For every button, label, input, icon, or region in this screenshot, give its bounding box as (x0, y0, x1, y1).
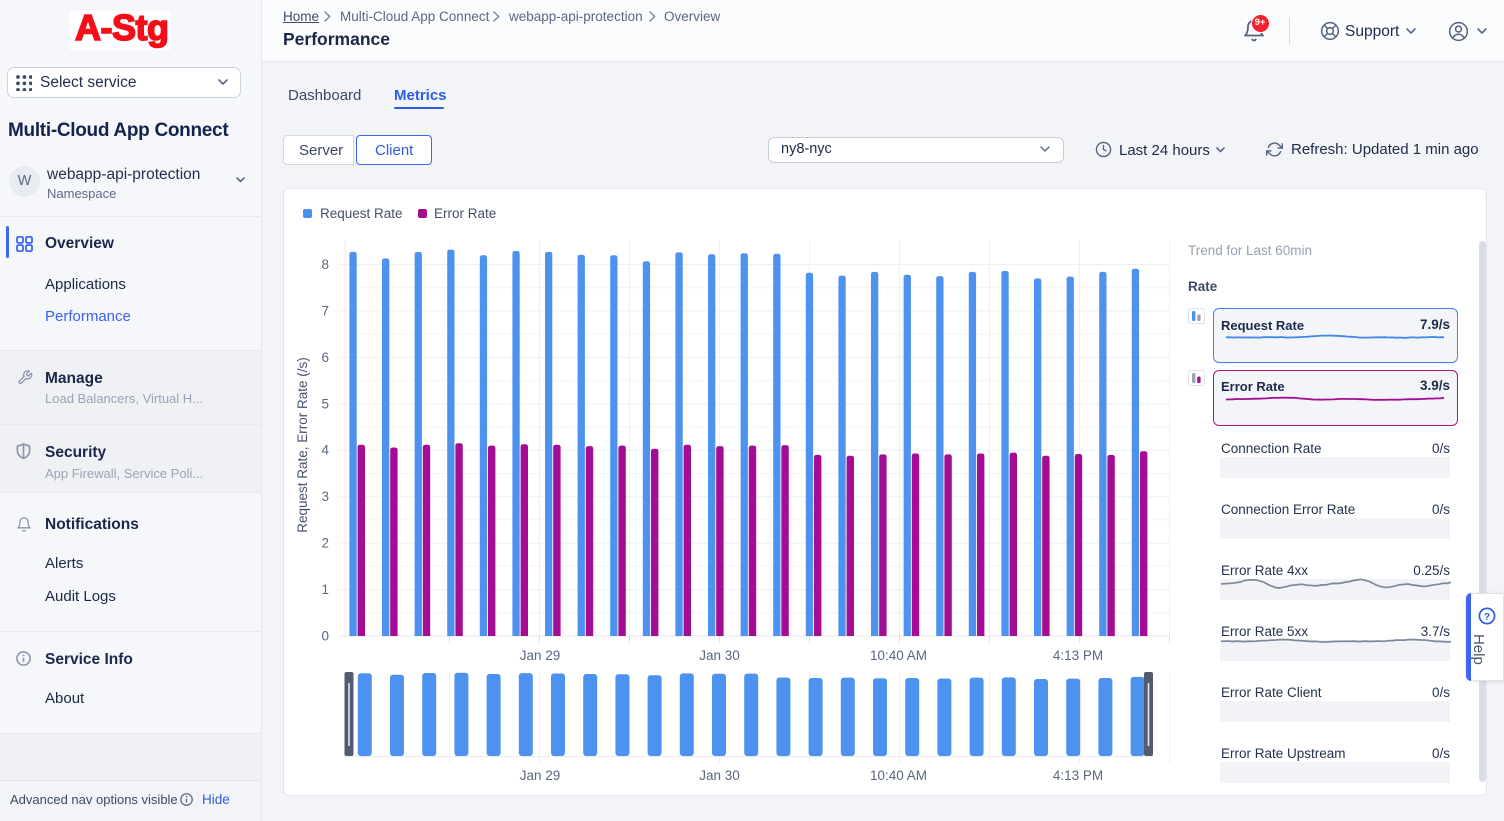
svg-text:2: 2 (321, 536, 329, 551)
svg-text:4:13 PM: 4:13 PM (1053, 648, 1103, 663)
svg-text:4: 4 (321, 443, 329, 458)
svg-text:4:13 PM: 4:13 PM (1053, 768, 1103, 783)
svg-text:8: 8 (321, 257, 329, 272)
svg-text:1: 1 (321, 582, 329, 597)
svg-text:Request Rate, Error Rate (/s): Request Rate, Error Rate (/s) (295, 357, 310, 533)
svg-text:Jan 30: Jan 30 (699, 768, 740, 783)
svg-text:Jan 29: Jan 29 (520, 768, 561, 783)
svg-text:7: 7 (321, 303, 329, 318)
svg-text:0: 0 (321, 629, 329, 644)
svg-text:10:40 AM: 10:40 AM (870, 648, 927, 663)
svg-text:Jan 29: Jan 29 (520, 648, 561, 663)
svg-text:Jan 30: Jan 30 (699, 648, 740, 663)
svg-text:6: 6 (321, 350, 329, 365)
svg-text:3: 3 (321, 489, 329, 504)
svg-text:10:40 AM: 10:40 AM (870, 768, 927, 783)
svg-text:5: 5 (321, 396, 329, 411)
svg-text:?: ? (1484, 611, 1490, 623)
